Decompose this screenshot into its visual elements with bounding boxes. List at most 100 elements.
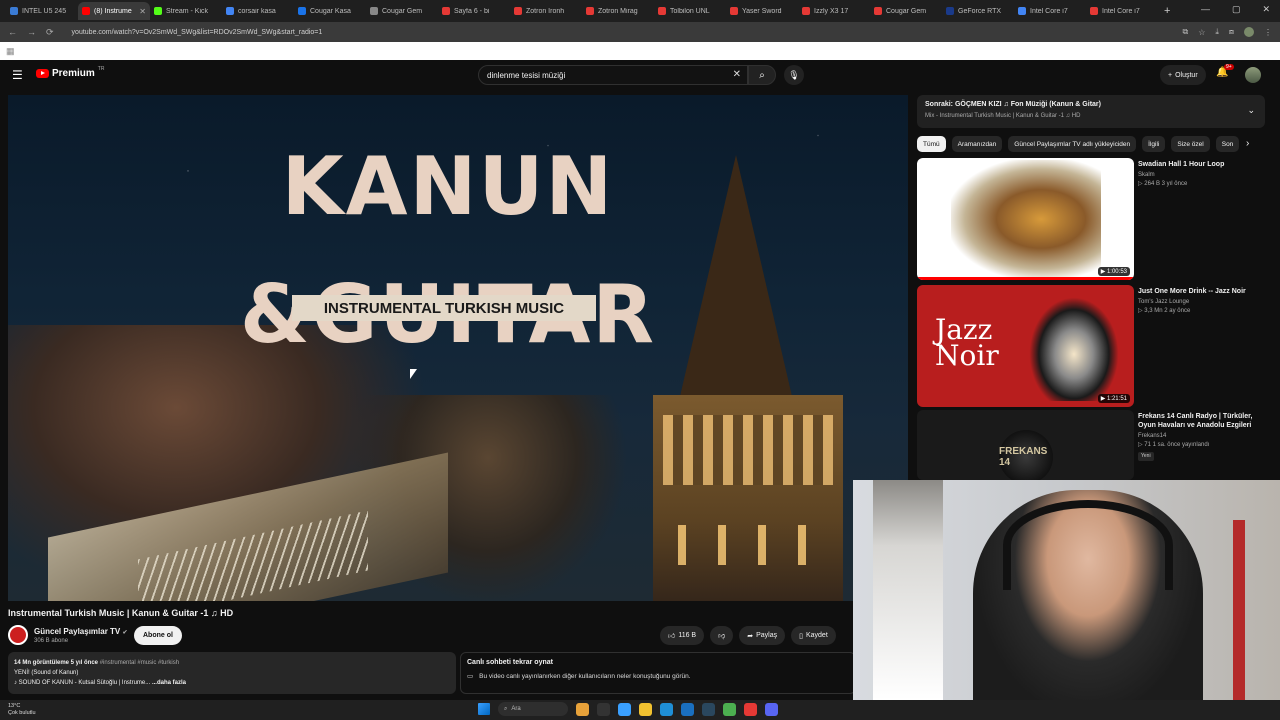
- save-button[interactable]: ▯ Kaydet: [791, 626, 836, 645]
- voice-search-button[interactable]: 🎙: [784, 65, 804, 85]
- tab-title: Cougar Gem: [382, 7, 423, 15]
- browser-menu-icon[interactable]: ⋮: [1264, 28, 1272, 37]
- description-stats-row: 14 Mn görüntüleme 5 yıl önce #instrument…: [14, 658, 450, 668]
- browser-tab[interactable]: Zotron Mirag: [582, 2, 654, 20]
- new-tab-button[interactable]: +: [1164, 5, 1170, 17]
- widgets-icon[interactable]: [576, 702, 589, 716]
- close-window-icon[interactable]: ✕: [1262, 4, 1270, 15]
- browser-tab[interactable]: Intel Core i7: [1086, 2, 1158, 20]
- chrome-icon[interactable]: [723, 702, 736, 716]
- store-icon[interactable]: [681, 702, 694, 716]
- windows-start-icon[interactable]: [478, 703, 490, 715]
- share-button[interactable]: ➦ Paylaş: [739, 626, 786, 645]
- youtube-logo-text: Premium: [52, 68, 95, 79]
- recommendation-channel[interactable]: Skalm: [1138, 171, 1266, 180]
- recommendation-title[interactable]: Swadian Hall 1 Hour Loop: [1138, 160, 1266, 169]
- recommendation-title[interactable]: Frekans 14 Canlı Radyo | Türküler, Oyun …: [1138, 412, 1266, 430]
- browser-tab[interactable]: Izzly X3 17: [798, 2, 870, 20]
- chevron-down-icon[interactable]: ⌄: [1247, 105, 1255, 116]
- cast-icon[interactable]: ⧉: [1182, 27, 1188, 37]
- browser-tab[interactable]: Yaser Sword: [726, 2, 798, 20]
- browser-tab[interactable]: (8) Instrume ✕: [78, 2, 150, 20]
- search-button[interactable]: ⌕: [748, 65, 776, 85]
- browser-tab[interactable]: Cougar Kasa: [294, 2, 366, 20]
- minimize-icon[interactable]: —: [1201, 4, 1210, 15]
- browser-tab[interactable]: corsair kasa: [222, 2, 294, 20]
- recommendation-thumbnail[interactable]: FREKANS 14: [917, 410, 1134, 480]
- copilot-icon[interactable]: [618, 702, 631, 716]
- menu-hamburger-icon[interactable]: ☰: [12, 68, 23, 82]
- weather-widget[interactable]: 13°C Çok bulutlu: [8, 703, 36, 717]
- subscribe-button[interactable]: Abone ol: [134, 626, 182, 645]
- tab-favicon-icon: [658, 7, 666, 15]
- mix-playlist-header[interactable]: Sonraki: GÖÇMEN KIZI ♫ Fon Müziği (Kanun…: [917, 95, 1265, 128]
- task-view-icon[interactable]: [597, 702, 610, 716]
- recommendation-channel[interactable]: Tom's Jazz Lounge: [1138, 298, 1266, 307]
- chat-replay-message: ▭ Bu video canlı yayınlanırken diğer kull…: [467, 672, 849, 681]
- recommendation-thumbnail[interactable]: ▶ 1:00:53: [917, 158, 1134, 280]
- channel-avatar[interactable]: [8, 625, 28, 645]
- filter-chip[interactable]: Aramanızdan: [951, 136, 1003, 152]
- edge-browser-icon[interactable]: [660, 702, 673, 716]
- like-count: 116 B: [678, 632, 697, 639]
- filter-chip[interactable]: İlgili: [1142, 136, 1166, 152]
- url-field[interactable]: youtube.com/watch?v=Ov2SmWd_SWg&list=RDO…: [72, 29, 1173, 36]
- show-more-link[interactable]: ...daha fazla: [152, 680, 186, 686]
- maximize-icon[interactable]: ▢: [1232, 4, 1241, 15]
- chat-replay-text: Bu video canlı yayınlanırken diğer kulla…: [479, 672, 691, 680]
- file-explorer-icon[interactable]: [639, 702, 652, 716]
- live-chat-replay[interactable]: Canlı sohbeti tekrar oynat ▭ Bu video can…: [460, 652, 856, 694]
- like-button[interactable]: 👍︎ 116 B: [660, 626, 705, 645]
- filter-chip[interactable]: Güncel Paylaşımlar TV adlı yükleyiciden: [1008, 136, 1137, 152]
- browser-tab[interactable]: Tolbilon UNL: [654, 2, 726, 20]
- search-input[interactable]: dinlenme tesisi müziği ✕: [478, 65, 748, 85]
- browser-tab[interactable]: Cougar Gem: [366, 2, 438, 20]
- tab-close-icon[interactable]: ✕: [139, 7, 146, 16]
- browser-tab[interactable]: Zotron Ironh: [510, 2, 582, 20]
- browser-tab[interactable]: Intel Core i7: [1014, 2, 1086, 20]
- recommendation-title[interactable]: Just One More Drink -- Jazz Noir: [1138, 287, 1266, 296]
- description-line2: YENİ! (Sound of Kanun): [14, 670, 79, 676]
- back-icon[interactable]: ←: [8, 27, 17, 37]
- filter-chip[interactable]: Son: [1215, 136, 1240, 152]
- recommendation-thumbnail[interactable]: Jazz Noir ▶ 1:21:51: [917, 285, 1134, 407]
- reload-icon[interactable]: ⟳: [46, 27, 54, 38]
- bookmark-star-icon[interactable]: ☆: [1198, 28, 1205, 37]
- recommendation-channel[interactable]: Frekans14: [1138, 432, 1266, 441]
- tab-favicon-icon: [226, 7, 234, 15]
- video-duration: ▶ 1:21:51: [1097, 394, 1130, 403]
- browser-tab[interactable]: GeForce RTX: [942, 2, 1014, 20]
- steam-icon[interactable]: [702, 702, 715, 716]
- browser-profile-avatar[interactable]: [1244, 27, 1254, 37]
- account-avatar[interactable]: [1245, 67, 1261, 83]
- create-button[interactable]: + Oluştur: [1160, 65, 1206, 85]
- video-actions: 👍︎ 116 B 👎︎ ➦ Paylaş ▯ Kaydet: [660, 626, 836, 645]
- video-player[interactable]: KANUN &GUITAR INSTRUMENTAL TURKISH MUSIC: [8, 95, 908, 601]
- browser-tab[interactable]: Sayfa 6 - bi: [438, 2, 510, 20]
- browser-tab[interactable]: Stream - Kick: [150, 2, 222, 20]
- browser-tab[interactable]: Cougar Gem: [870, 2, 942, 20]
- recommendation-item[interactable]: ▶ 1:00:53 Swadian Hall 1 Hour Loop Skalm…: [917, 158, 1267, 280]
- new-badge: Yeni: [1138, 452, 1154, 461]
- channel-name[interactable]: Güncel Paylaşımlar TV ✔: [34, 627, 128, 636]
- clear-search-icon[interactable]: ✕: [733, 69, 741, 80]
- recommendation-stats: ▷ 71 1 sa. önce yayınlandı: [1138, 442, 1210, 448]
- filter-chip[interactable]: Tümü: [917, 136, 946, 152]
- video-description[interactable]: 14 Mn görüntüleme 5 yıl önce #instrument…: [8, 652, 456, 694]
- dislike-button[interactable]: 👎︎: [710, 626, 734, 645]
- recommendation-item[interactable]: Jazz Noir ▶ 1:21:51 Just One More Drink -…: [917, 285, 1267, 407]
- download-icon[interactable]: ⤓: [1215, 27, 1219, 37]
- chat-replay-title: Canlı sohbeti tekrar oynat: [467, 659, 553, 666]
- recording-app-icon[interactable]: [744, 702, 757, 716]
- taskbar-search[interactable]: ⌕ Ara: [498, 702, 568, 716]
- filter-chip[interactable]: Size özel: [1171, 136, 1210, 152]
- tab-favicon-icon: [946, 7, 954, 15]
- browser-tab[interactable]: INTEL U5 245: [6, 2, 78, 20]
- discord-icon[interactable]: [765, 702, 778, 716]
- youtube-logo[interactable]: Premium TR: [36, 66, 104, 79]
- chevron-right-icon[interactable]: ›: [1246, 138, 1249, 149]
- recommendation-item[interactable]: FREKANS 14 Frekans 14 Canlı Radyo | Türk…: [917, 410, 1267, 480]
- extensions-icon[interactable]: ⧈: [1229, 27, 1234, 37]
- apps-grid-icon[interactable]: ▦: [6, 46, 15, 57]
- forward-icon[interactable]: →: [27, 27, 36, 37]
